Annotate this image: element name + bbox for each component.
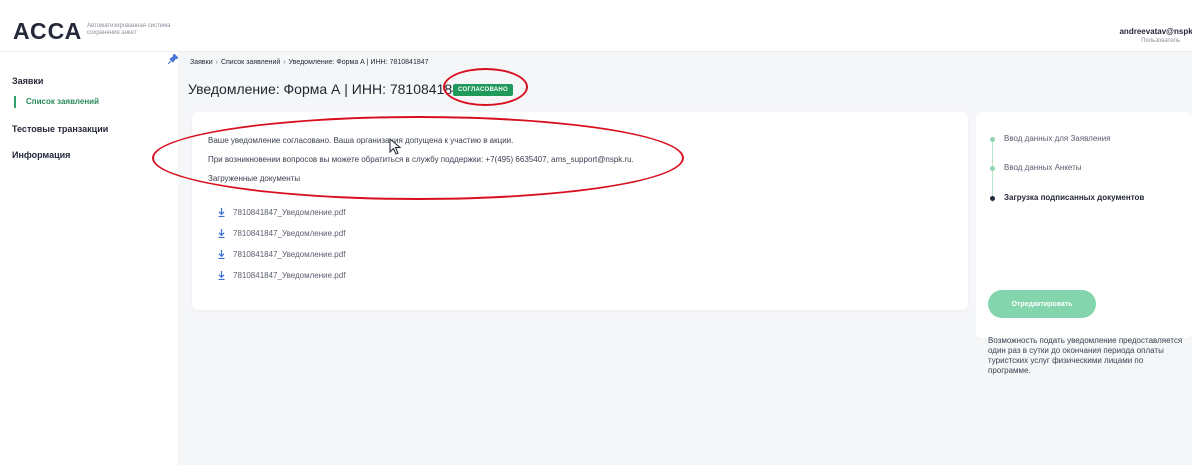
sidebar-item-requests[interactable]: Заявки [12, 76, 43, 86]
document-name[interactable]: 7810841847_Уведомление.pdf [233, 229, 345, 238]
document-item[interactable]: 7810841847_Уведомление.pdf [218, 202, 345, 223]
steps-connector [992, 140, 993, 202]
download-icon [218, 229, 225, 238]
step-upload-documents[interactable]: Загрузка подписанных документов [1004, 193, 1144, 202]
sidebar-item-information[interactable]: Информация [12, 150, 70, 160]
support-message: При возникновении вопросов вы можете обр… [208, 155, 634, 164]
mouse-cursor-icon [389, 138, 402, 155]
step-current-icon [990, 196, 995, 201]
breadcrumb-item-requests[interactable]: Заявки [190, 59, 213, 66]
notification-card: Ваше уведомление согласовано. Ваша орган… [192, 112, 968, 310]
download-icon [218, 271, 225, 280]
step-done-icon [990, 166, 995, 171]
document-item[interactable]: 7810841847_Уведомление.pdf [218, 223, 345, 244]
app-logo-subtitle: Автоматизированная система сохранения ан… [87, 23, 171, 36]
step-application-data[interactable]: Ввод данных для Заявления [1004, 134, 1111, 143]
download-icon [218, 250, 225, 259]
sidebar-item-request-list[interactable]: Список заявлений [14, 96, 99, 108]
app-logo[interactable]: АССА [13, 18, 82, 45]
edit-button[interactable]: Отредактировать [988, 290, 1096, 318]
status-badge: СОГЛАСОВАНО [453, 84, 514, 96]
document-name[interactable]: 7810841847_Уведомление.pdf [233, 208, 345, 217]
download-icon [218, 208, 225, 217]
app-header: АССА Автоматизированная система сохранен… [0, 10, 1192, 52]
document-item[interactable]: 7810841847_Уведомление.pdf [218, 265, 345, 286]
step-questionnaire-data[interactable]: Ввод данных Анкеты [1004, 163, 1082, 172]
document-name[interactable]: 7810841847_Уведомление.pdf [233, 250, 345, 259]
submission-note: Возможность подать уведомление предостав… [988, 336, 1183, 375]
sidebar-item-test-transactions[interactable]: Тестовые транзакции [12, 124, 108, 134]
sidebar: Заявки Список заявлений Тестовые транзак… [0, 52, 178, 465]
approval-message: Ваше уведомление согласовано. Ваша орган… [208, 136, 514, 145]
breadcrumb-item-list[interactable]: Список заявлений [221, 59, 280, 66]
breadcrumb: Заявки › Список заявлений › Уведомление: Фор… [190, 59, 429, 66]
progress-panel: Ввод данных для Заявления Ввод данных Ан… [976, 112, 1192, 375]
main-content: Заявки › Список заявлений › Уведомление: Фор… [178, 52, 1192, 465]
uploaded-docs-label: Загруженные документы [208, 174, 301, 183]
page-title: Уведомление: Форма А | ИНН: 7810841847 [188, 81, 468, 97]
pin-icon[interactable] [168, 54, 178, 64]
user-role: Пользователь [1141, 38, 1180, 44]
user-name[interactable]: andreevatav@nspk.r [1119, 27, 1192, 36]
documents-list: 7810841847_Уведомление.pdf 7810841847_Ув… [218, 202, 345, 286]
chevron-right-icon: › [283, 59, 286, 66]
step-done-icon [990, 137, 995, 142]
breadcrumb-item-current: Уведомление: Форма А | ИНН: 7810841847 [288, 59, 429, 66]
document-item[interactable]: 7810841847_Уведомление.pdf [218, 244, 345, 265]
document-name[interactable]: 7810841847_Уведомление.pdf [233, 271, 345, 280]
chevron-right-icon: › [215, 59, 218, 66]
